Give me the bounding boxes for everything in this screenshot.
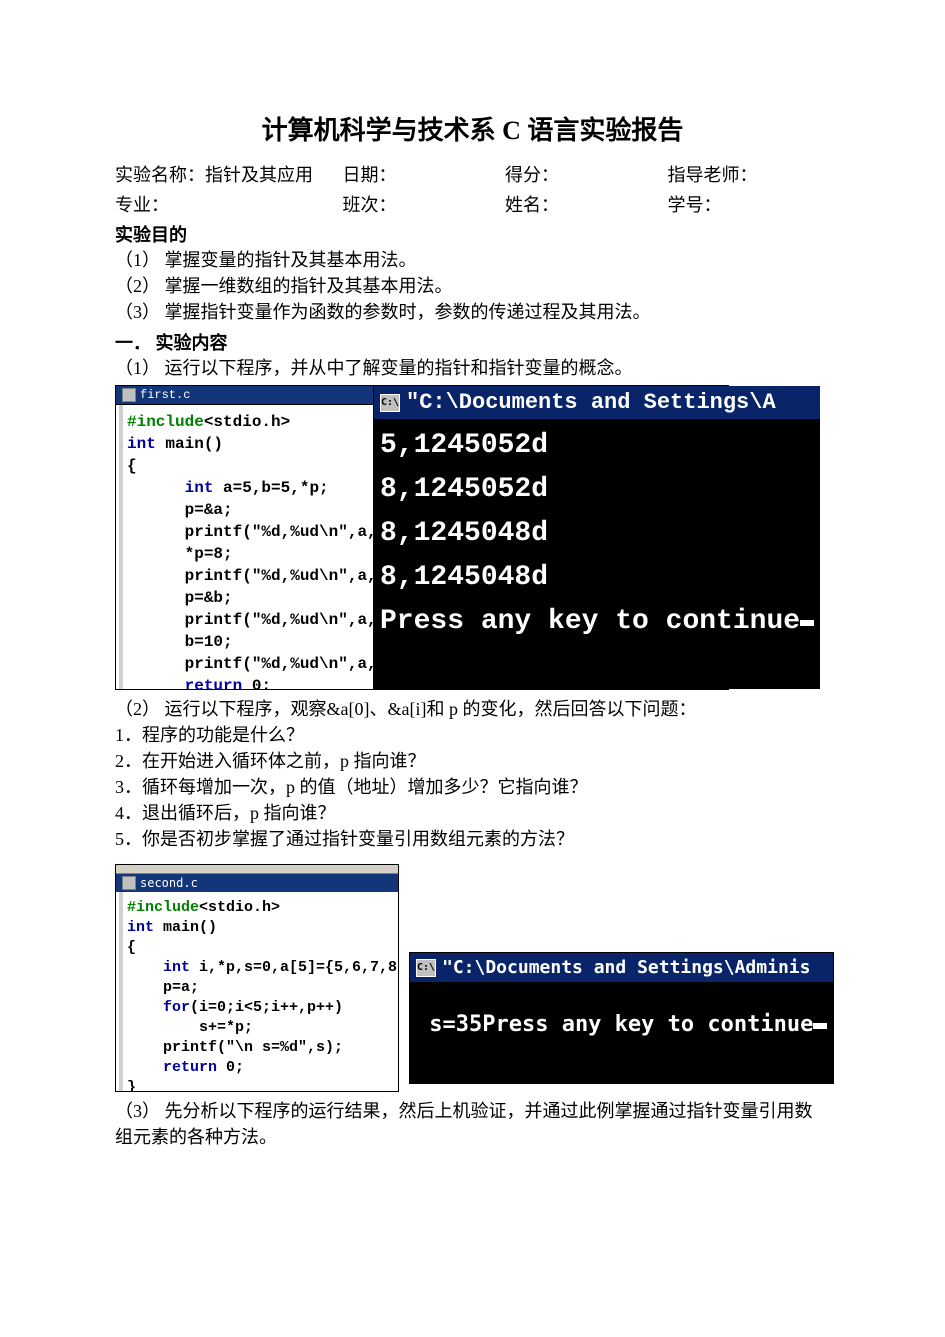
cursor-icon [813, 1023, 827, 1029]
code-text: 0; [242, 677, 271, 689]
code-text: } [127, 1079, 136, 1091]
code-editor-pane: first.c #include<stdio.h> int main() { i… [116, 386, 374, 689]
editor-tab-2: second.c [116, 874, 398, 892]
item-1: （1） 运行以下程序，并从中了解变量的指针和指针变量的概念。 [115, 355, 830, 381]
file-icon [122, 876, 136, 890]
code-kw: #include [127, 413, 204, 431]
meta-name-value: 指针及其应用 [205, 165, 313, 185]
editor-tab: first.c [116, 386, 373, 405]
screenshot-1: first.c #include<stdio.h> int main() { i… [115, 385, 830, 690]
console-title-text-2: "C:\Documents and Settings\Adminis [442, 957, 810, 978]
question-1: 1．程序的功能是什么？ [115, 722, 830, 748]
cmd-icon: C:\ [380, 394, 400, 412]
doc-title: 计算机科学与技术系 C 语言实验报告 [115, 110, 830, 147]
code-kw: return [127, 677, 242, 689]
question-3: 3．循环每增加一次，p 的值（地址）增加多少？它指向谁？ [115, 774, 830, 800]
meta-teacher: 指导老师： [668, 161, 831, 187]
meta-class: 班次： [343, 191, 506, 217]
goal-1: （1） 掌握变量的指针及其基本用法。 [115, 247, 830, 273]
code-kw: #include [127, 899, 199, 916]
file-icon [122, 388, 136, 402]
code-text: p=a; [127, 979, 199, 996]
code-kw: return [127, 1059, 217, 1076]
code-text: main() [154, 919, 217, 936]
code-text: <stdio.h> [199, 899, 280, 916]
console-line: 8,1245048d [380, 518, 548, 549]
code-text: *p=8; [127, 545, 233, 563]
meta-score: 得分： [505, 161, 668, 187]
code-text: a=5,b=5,*p; [213, 479, 328, 497]
question-5: 5．你是否初步掌握了通过指针变量引用数组元素的方法？ [115, 826, 830, 852]
console-line: 8,1245052d [380, 474, 548, 505]
code-text: printf("%d,%ud\n",a,p); [127, 523, 373, 541]
console-line: 5,1245052d [380, 430, 548, 461]
code-text: printf("\n s=%d",s); [127, 1039, 343, 1056]
cmd-icon: C:\ [416, 959, 436, 977]
meta-name-label: 实验名称： [115, 165, 205, 185]
code-text: main() [156, 435, 223, 453]
console-titlebar: C:\ "C:\Documents and Settings\A [374, 386, 820, 420]
editor-chrome [116, 865, 398, 874]
editor-tab-2-label: second.c [140, 876, 198, 890]
code-text: b=10; [127, 633, 233, 651]
content-heading: 一． 实验内容 [115, 329, 830, 355]
meta-stuname: 姓名： [505, 191, 668, 217]
editor-tab-label: first.c [140, 388, 190, 402]
code-kw: for [127, 999, 190, 1016]
code-area-2: #include<stdio.h> int main() { int i,*p,… [119, 892, 398, 1091]
console-pane: C:\ "C:\Documents and Settings\A 5,12450… [374, 386, 820, 689]
console-output: 5,1245052d 8,1245052d 8,1245048d 8,12450… [374, 420, 820, 689]
console-titlebar-2: C:\ "C:\Documents and Settings\Adminis [410, 953, 833, 982]
goal-2: （2） 掌握一维数组的指针及其基本用法。 [115, 273, 830, 299]
code-text: p=&b; [127, 589, 233, 607]
console-line: 8,1245048d [380, 562, 548, 593]
code-kw: int [127, 919, 154, 936]
code-text: printf("%d,%ud\n",a,p); [127, 567, 373, 585]
code-text: 0; [217, 1059, 244, 1076]
meta-id: 学号： [668, 191, 831, 217]
console-output-2: s=35Press any key to continue [410, 982, 833, 1083]
code-text: i,*p,s=0,a[5]={5,6,7,8,9}; [190, 959, 398, 976]
question-2: 2．在开始进入循环体之前，p 指向谁？ [115, 748, 830, 774]
console-line: Press any key to continue [380, 606, 800, 637]
meta-date: 日期： [343, 161, 506, 187]
meta-major: 专业： [115, 191, 343, 217]
code-text: (i=0;i<5;i++,p++) [190, 999, 343, 1016]
code-kw: int [127, 959, 190, 976]
question-4: 4．退出循环后，p 指向谁？ [115, 800, 830, 826]
code-text: { [127, 939, 136, 956]
item-3: （3） 先分析以下程序的运行结果，然后上机验证，并通过此例掌握通过指针变量引用数… [115, 1098, 830, 1150]
goal-3: （3） 掌握指针变量作为函数的参数时，参数的传递过程及其用法。 [115, 299, 830, 325]
screenshot-2: second.c #include<stdio.h> int main() { … [115, 864, 830, 1092]
code-text: s+=*p; [127, 1019, 253, 1036]
code-text: printf("%d,%ud\n",a,p); [127, 655, 373, 673]
meta-row-2: 专业： 班次： 姓名： 学号： [115, 191, 830, 217]
console-pane-2: C:\ "C:\Documents and Settings\Adminis s… [409, 952, 834, 1084]
cursor-icon [800, 620, 814, 626]
goals-heading: 实验目的 [115, 221, 830, 247]
code-text: printf("%d,%ud\n",a,p); [127, 611, 373, 629]
code-text: <stdio.h> [204, 413, 290, 431]
code-editor-pane-2: #include<stdio.h> int main() { int i,*p,… [115, 892, 399, 1092]
code-area: #include<stdio.h> int main() { int a=5,b… [119, 405, 373, 689]
console-line: s=35Press any key to continue [416, 1012, 813, 1037]
console-title-text: "C:\Documents and Settings\A [406, 390, 776, 415]
item-2: （2） 运行以下程序，观察&a[0]、&a[i]和 p 的变化，然后回答以下问题… [115, 696, 830, 722]
code-kw: int [127, 479, 213, 497]
code-kw: int [127, 435, 156, 453]
code-text: { [127, 457, 137, 475]
code-text: p=&a; [127, 501, 233, 519]
meta-row-1: 实验名称：指针及其应用 日期： 得分： 指导老师： [115, 161, 830, 187]
